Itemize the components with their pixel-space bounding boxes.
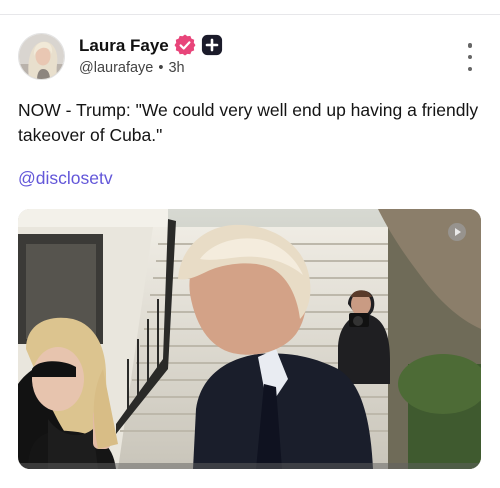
more-vertical-icon-dot (467, 66, 473, 71)
video-frame (18, 209, 481, 469)
more-vertical-icon-dot (467, 54, 473, 60)
author-name[interactable]: Laura Faye (79, 36, 169, 56)
more-options-button[interactable] (462, 43, 478, 71)
post-text: NOW - Trump: "We could very well end up … (18, 100, 479, 145)
plus-badge-icon (201, 34, 223, 56)
meta-separator: • (158, 60, 164, 76)
avatar[interactable] (18, 33, 65, 80)
author-handle[interactable]: @laurafaye (79, 60, 153, 76)
play-icon[interactable] (447, 222, 467, 242)
post-time[interactable]: 3h (168, 60, 184, 76)
verified-badge-icon (174, 34, 196, 56)
author-badges (174, 34, 223, 56)
more-vertical-icon-dot (467, 43, 473, 48)
mention-link[interactable]: @disclosetv (18, 168, 113, 189)
post-header: Laura Faye @laurafaye • 3h (18, 33, 482, 81)
post-meta: @laurafaye • 3h (79, 60, 185, 76)
video-player[interactable] (18, 209, 481, 469)
top-divider (0, 14, 500, 15)
